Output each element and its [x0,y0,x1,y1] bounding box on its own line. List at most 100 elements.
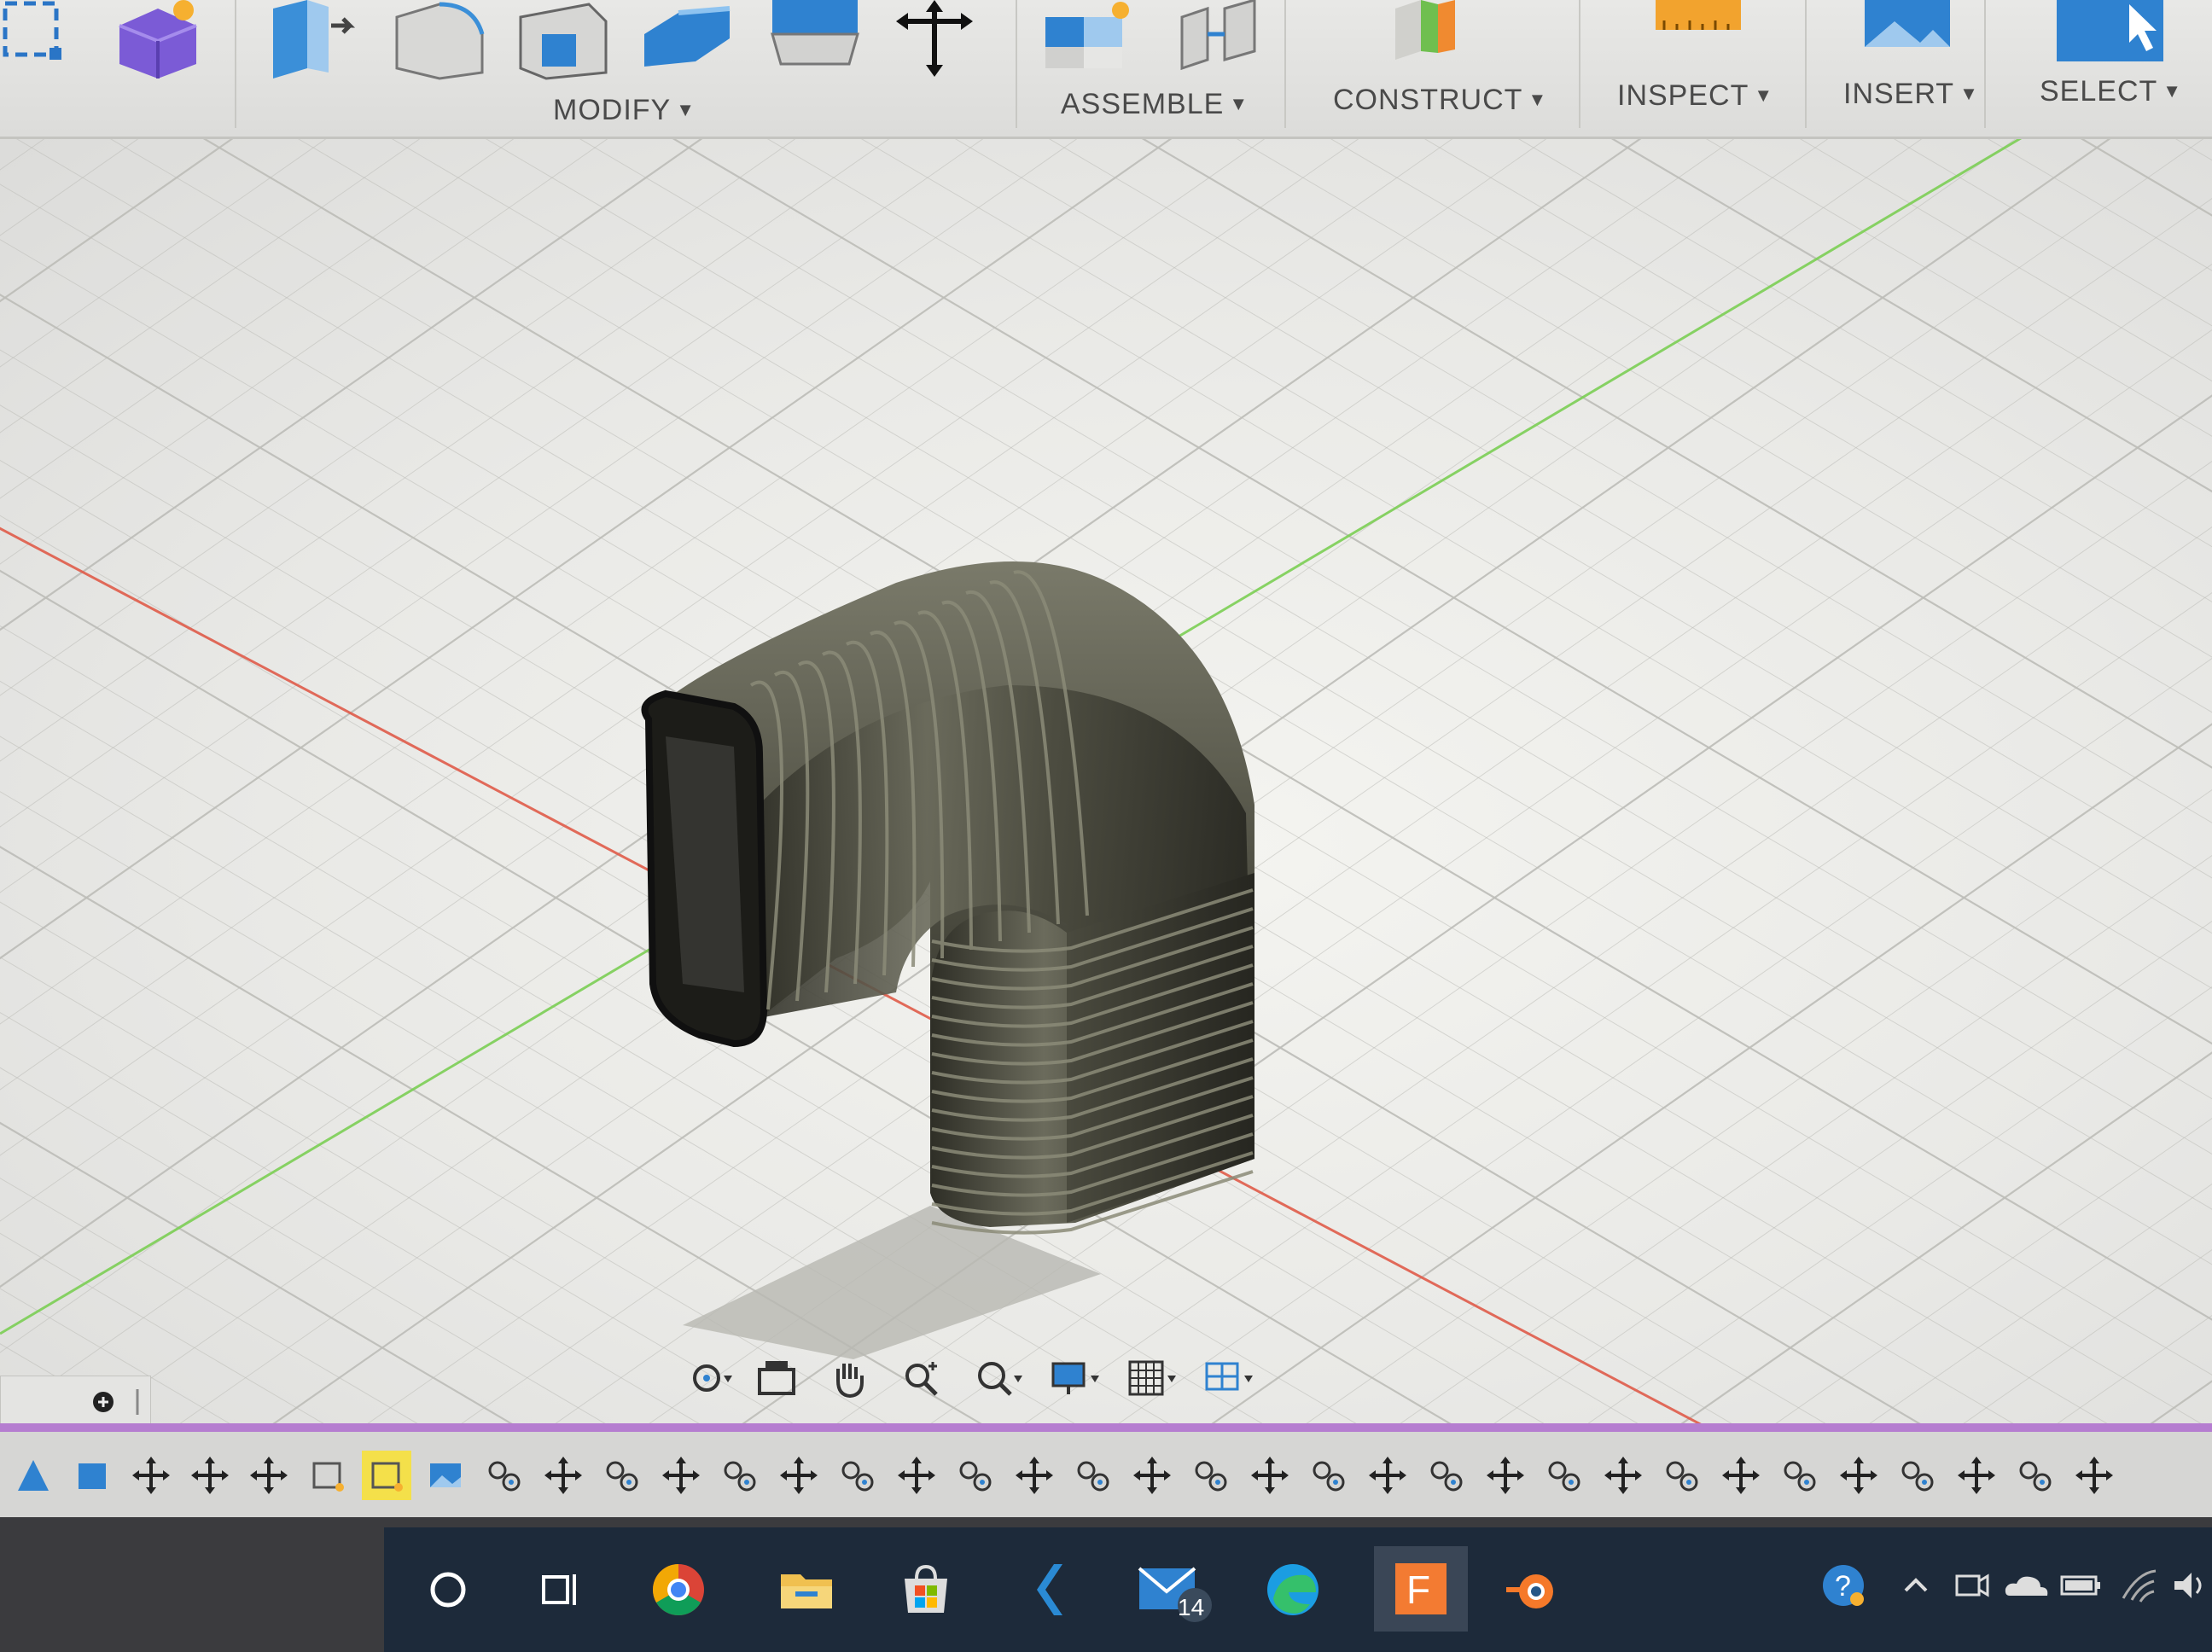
select-cursor-icon[interactable] [2052,0,2172,68]
chevron-down-icon: ▼ [676,99,696,120]
toolbar-separator [1805,0,1807,128]
fit-zoom-icon[interactable] [973,1357,1033,1416]
microsoft-store-icon[interactable] [888,1551,964,1628]
task-view-icon[interactable] [521,1551,597,1628]
timeline-joint-icon[interactable] [597,1451,647,1500]
zoom-icon[interactable] [900,1357,960,1416]
select-label: SELECT [2040,75,2158,108]
pan-hand-icon[interactable] [828,1357,888,1416]
timeline-move-icon[interactable] [656,1451,706,1500]
wifi-icon[interactable] [2112,1560,2163,1611]
show-hidden-icons-chevron[interactable] [1890,1560,1941,1611]
timeline-move-icon[interactable] [1598,1451,1648,1500]
timeline-joint-icon[interactable] [1304,1451,1353,1500]
inspect-label: INSPECT [1617,79,1749,112]
chrome-icon[interactable] [640,1551,717,1628]
insert-label: INSERT [1843,78,1955,110]
meet-now-icon[interactable] [1946,1560,1997,1611]
viewports-icon[interactable] [1203,1357,1263,1416]
timeline-move-icon[interactable] [774,1451,824,1500]
construct-menu[interactable]: CONSTRUCT ▼ [1333,84,1547,117]
timeline-joint-icon[interactable] [1068,1451,1118,1500]
timeline-joint-icon[interactable] [1893,1451,1942,1500]
timeline-joint-icon[interactable] [1657,1451,1707,1500]
timeline-joint-icon[interactable] [951,1451,1000,1500]
toolbar-separator [1579,0,1580,128]
chamfer-icon[interactable] [512,0,614,80]
cortana-search-icon[interactable] [410,1551,486,1628]
timeline-move-icon[interactable] [1834,1451,1883,1500]
new-component-icon[interactable] [1045,0,1139,68]
timeline-move-icon[interactable] [1127,1451,1177,1500]
inspect-menu[interactable]: INSPECT ▼ [1617,79,1773,113]
timeline-move-icon[interactable] [1363,1451,1412,1500]
chevron-down-icon: ▼ [2163,80,2183,102]
timeline-move-icon[interactable] [1716,1451,1766,1500]
timeline-move-icon[interactable] [538,1451,588,1500]
timeline-move-icon[interactable] [1010,1451,1059,1500]
timeline-joint-icon[interactable] [1775,1451,1825,1500]
onedrive-cloud-icon[interactable] [2001,1560,2052,1611]
shell-icon[interactable] [636,0,738,68]
modify-menu[interactable]: MODIFY ▼ [553,94,696,127]
display-settings-icon[interactable] [1050,1357,1109,1416]
model-shadow [683,1206,1101,1359]
timeline-joint-icon[interactable] [1422,1451,1471,1500]
timeline-move-icon[interactable] [892,1451,941,1500]
insert-image-icon[interactable] [1860,0,1954,68]
timeline-sketch-icon[interactable] [303,1451,352,1500]
timeline-move-icon[interactable] [2069,1451,2119,1500]
blender-icon[interactable] [1493,1551,1570,1628]
timeline-move-icon[interactable] [185,1451,235,1500]
purple-cube-icon[interactable] [111,0,205,79]
orbit-icon[interactable] [683,1357,742,1416]
timeline-move-icon[interactable] [126,1451,176,1500]
chevron-down-icon: ▼ [1528,89,1548,110]
chevron-down-icon: ▼ [1959,83,1979,104]
sketch-dimension-icon[interactable] [0,0,77,68]
combine-icon[interactable] [764,0,866,68]
flexible-duct-model[interactable] [0,139,2212,1423]
toolbar-separator [1016,0,1017,128]
mail-icon[interactable]: 14 [1135,1551,1212,1628]
timeline-joint-icon[interactable] [833,1451,882,1500]
comments-panel[interactable] [0,1376,151,1423]
timeline-joint-icon[interactable] [1540,1451,1589,1500]
help-icon[interactable]: ? [1818,1560,1869,1611]
3d-viewport[interactable] [0,139,2212,1423]
joint-icon[interactable] [1173,0,1267,71]
press-pull-icon[interactable] [265,0,358,79]
volume-icon[interactable] [2163,1560,2212,1611]
mail-badge: 14 [1178,1594,1205,1620]
fusion-360-icon[interactable]: F [1374,1546,1468,1632]
visual-studio-code-icon[interactable] [1016,1551,1092,1628]
look-at-icon[interactable] [755,1357,815,1416]
timeline-move-icon[interactable] [1245,1451,1295,1500]
measure-icon[interactable] [1651,0,1745,68]
timeline-bar [0,1423,2212,1526]
insert-menu[interactable]: INSERT ▼ [1843,78,1979,111]
timeline-image-icon[interactable] [421,1451,470,1500]
offset-plane-icon[interactable] [1387,0,1481,68]
timeline-move-icon[interactable] [1481,1451,1530,1500]
timeline-joint-icon[interactable] [480,1451,529,1500]
construct-label: CONSTRUCT [1333,84,1523,116]
timeline-sketch-hl-icon[interactable] [362,1451,411,1500]
timeline-move-icon[interactable] [244,1451,294,1500]
edge-icon[interactable] [1254,1551,1331,1628]
timeline-triangle-icon[interactable] [9,1451,58,1500]
windows-taskbar: 14 F ? [384,1527,2212,1652]
timeline-joint-icon[interactable] [2011,1451,2060,1500]
chevron-down-icon: ▼ [1229,93,1249,114]
timeline-move-icon[interactable] [1952,1451,2001,1500]
fillet-icon[interactable] [388,0,491,80]
move-copy-icon[interactable] [888,0,981,77]
timeline-joint-icon[interactable] [1186,1451,1236,1500]
timeline-joint-icon[interactable] [715,1451,765,1500]
grid-settings-icon[interactable] [1126,1357,1186,1416]
battery-icon[interactable] [2057,1560,2108,1611]
timeline-box-icon[interactable] [67,1451,117,1500]
file-explorer-icon[interactable] [768,1551,845,1628]
assemble-menu[interactable]: ASSEMBLE ▼ [1061,88,1249,121]
select-menu[interactable]: SELECT ▼ [2040,75,2182,108]
